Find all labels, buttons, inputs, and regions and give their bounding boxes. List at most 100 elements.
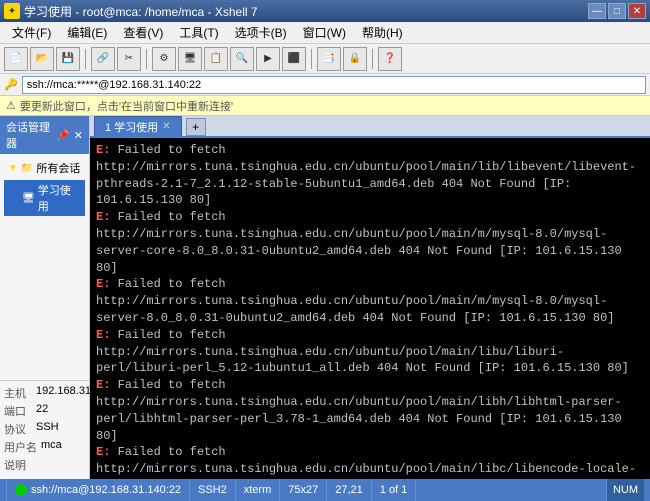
term-error-text: Failed to fetch http://mirrors.tuna.tsin…: [96, 445, 636, 479]
maximize-button[interactable]: □: [608, 3, 626, 19]
tree-item-session[interactable]: 🖥 学习使用: [4, 180, 85, 216]
status-caps: NUM: [606, 479, 644, 501]
notification-text: 要更新此窗口，点击'在当前窗口中重新连接': [20, 98, 233, 114]
term-error-prefix: E:: [96, 445, 118, 459]
title-bar-left: ✦ 学习使用 - root@mca: /home/mca - Xshell 7: [4, 3, 258, 20]
term-error-text: Failed to fetch http://mirrors.tuna.tsin…: [96, 328, 629, 376]
window-title: 学习使用 - root@mca: /home/mca - Xshell 7: [24, 3, 258, 20]
sidebar: 会话管理器 📌 ✕ ▼ 📁 所有会话 🖥 学习使用 主机: [0, 116, 90, 479]
ssh-icon: 🔑: [4, 78, 18, 91]
terminal-line: E: Failed to fetch http://mirrors.tuna.t…: [96, 276, 644, 326]
toolbar-help[interactable]: ❓: [378, 47, 402, 71]
toolbar: 📄 📂 💾 🔗 ✂ ⚙ 🖥 📋 🔍 ▶ ⬛ 📑 🔒 ❓: [0, 44, 650, 74]
title-bar: ✦ 学习使用 - root@mca: /home/mca - Xshell 7 …: [0, 0, 650, 22]
tree-session-label: 学习使用: [38, 182, 81, 214]
terminal-line: E: Failed to fetch http://mirrors.tuna.t…: [96, 142, 644, 209]
menu-tools[interactable]: 工具(T): [171, 22, 226, 43]
toolbar-btn5[interactable]: 📋: [204, 47, 228, 71]
toolbar-btn3[interactable]: ⚙: [152, 47, 176, 71]
terminal-line: E: Failed to fetch http://mirrors.tuna.t…: [96, 327, 644, 377]
sidebar-header: 会话管理器 📌 ✕: [0, 116, 89, 154]
app-icon: ✦: [4, 3, 20, 19]
info-row-host: 主机 192.168.31.140: [4, 385, 85, 401]
toolbar-open[interactable]: 📂: [30, 47, 54, 71]
term-error-text: Failed to fetch http://mirrors.tuna.tsin…: [96, 277, 614, 325]
toolbar-sep1: [85, 49, 86, 69]
title-controls: — □ ✕: [588, 3, 646, 19]
toolbar-disconnect[interactable]: ✂: [117, 47, 141, 71]
port-value: 22: [36, 403, 48, 419]
sidebar-title: 会话管理器: [6, 119, 56, 151]
notification-bar: ⚠ 要更新此窗口，点击'在当前窗口中重新连接': [0, 96, 650, 116]
protocol-label: 协议: [4, 421, 32, 437]
user-value: mca: [41, 439, 62, 455]
address-input[interactable]: [22, 76, 646, 94]
info-row-port: 端口 22: [4, 403, 85, 419]
terminal[interactable]: E: Failed to fetch http://mirrors.tuna.t…: [90, 138, 650, 479]
tree-item-all-sessions[interactable]: ▼ 📁 所有会话: [4, 158, 85, 178]
toolbar-sep4: [372, 49, 373, 69]
tab-bar: 1 学习使用 ✕ +: [90, 116, 650, 138]
term-error-prefix: E:: [96, 210, 118, 224]
toolbar-btn4[interactable]: 🖥: [178, 47, 202, 71]
term-error-text: Failed to fetch http://mirrors.tuna.tsin…: [96, 143, 636, 207]
status-address-text: ssh://mca@192.168.31.140:22: [31, 484, 181, 496]
status-indicator: [15, 484, 27, 496]
pc-icon: 🖥: [22, 193, 35, 204]
folder-open-icon: 📁: [21, 163, 33, 174]
status-terminal: xterm: [236, 479, 281, 501]
info-row-user: 用户名 mca: [4, 439, 85, 455]
sidebar-pin-icon[interactable]: 📌: [56, 129, 70, 142]
session-info: 主机 192.168.31.140 端口 22 协议 SSH 用户名 mca 说…: [0, 380, 89, 479]
toolbar-btn6[interactable]: 🔍: [230, 47, 254, 71]
minimize-button[interactable]: —: [588, 3, 606, 19]
menu-help[interactable]: 帮助(H): [354, 22, 411, 43]
toolbar-connect[interactable]: 🔗: [91, 47, 115, 71]
tab-close-icon[interactable]: ✕: [162, 121, 170, 132]
status-cursor: 27,21: [327, 479, 372, 501]
tree-item-label: 所有会话: [36, 160, 80, 176]
tree-root: ▼ 📁 所有会话 🖥 学习使用: [4, 158, 85, 216]
term-error-text: Failed to fetch http://mirrors.tuna.tsin…: [96, 378, 622, 442]
terminal-line: E: Failed to fetch http://mirrors.tuna.t…: [96, 444, 644, 479]
toolbar-btn7[interactable]: ▶: [256, 47, 280, 71]
sessions-tree: ▼ 📁 所有会话 🖥 学习使用: [0, 154, 89, 380]
info-row-protocol: 协议 SSH: [4, 421, 85, 437]
menu-file[interactable]: 文件(F): [4, 22, 59, 43]
term-error-prefix: E:: [96, 277, 118, 291]
term-error-prefix: E:: [96, 378, 118, 392]
toolbar-btn9[interactable]: 📑: [317, 47, 341, 71]
terminal-line: E: Failed to fetch http://mirrors.tuna.t…: [96, 209, 644, 276]
toolbar-sep3: [311, 49, 312, 69]
folder-icon: ▼: [8, 163, 18, 174]
host-label: 主机: [4, 385, 32, 401]
info-row-note: 说明: [4, 457, 85, 473]
status-bar: ssh://mca@192.168.31.140:22 SSH2 xterm 7…: [0, 479, 650, 501]
tab-add-button[interactable]: +: [186, 118, 206, 136]
close-button[interactable]: ✕: [628, 3, 646, 19]
menu-window[interactable]: 窗口(W): [295, 22, 354, 43]
notification-icon: ⚠: [6, 99, 16, 112]
status-session: 1 of 1: [372, 479, 417, 501]
menu-tabs[interactable]: 选项卡(B): [227, 22, 295, 43]
toolbar-sep2: [146, 49, 147, 69]
protocol-value: SSH: [36, 421, 59, 437]
user-label: 用户名: [4, 439, 37, 455]
toolbar-btn10[interactable]: 🔒: [343, 47, 367, 71]
term-error-prefix: E:: [96, 328, 118, 342]
toolbar-new[interactable]: 📄: [4, 47, 28, 71]
toolbar-btn8[interactable]: ⬛: [282, 47, 306, 71]
address-bar: 🔑: [0, 74, 650, 96]
main-area: 会话管理器 📌 ✕ ▼ 📁 所有会话 🖥 学习使用 主机: [0, 116, 650, 479]
status-ssh: SSH2: [190, 479, 236, 501]
terminal-line: E: Failed to fetch http://mirrors.tuna.t…: [96, 377, 644, 444]
sidebar-close-icon[interactable]: ✕: [74, 129, 83, 142]
menu-edit[interactable]: 编辑(E): [59, 22, 115, 43]
content-area: 1 学习使用 ✕ + E: Failed to fetch http://mir…: [90, 116, 650, 479]
toolbar-save[interactable]: 💾: [56, 47, 80, 71]
tab-label: 1 学习使用: [105, 119, 158, 135]
menu-view[interactable]: 查看(V): [115, 22, 171, 43]
status-size: 75x27: [280, 479, 327, 501]
tab-session[interactable]: 1 学习使用 ✕: [94, 116, 182, 136]
term-error-text: Failed to fetch http://mirrors.tuna.tsin…: [96, 210, 622, 274]
